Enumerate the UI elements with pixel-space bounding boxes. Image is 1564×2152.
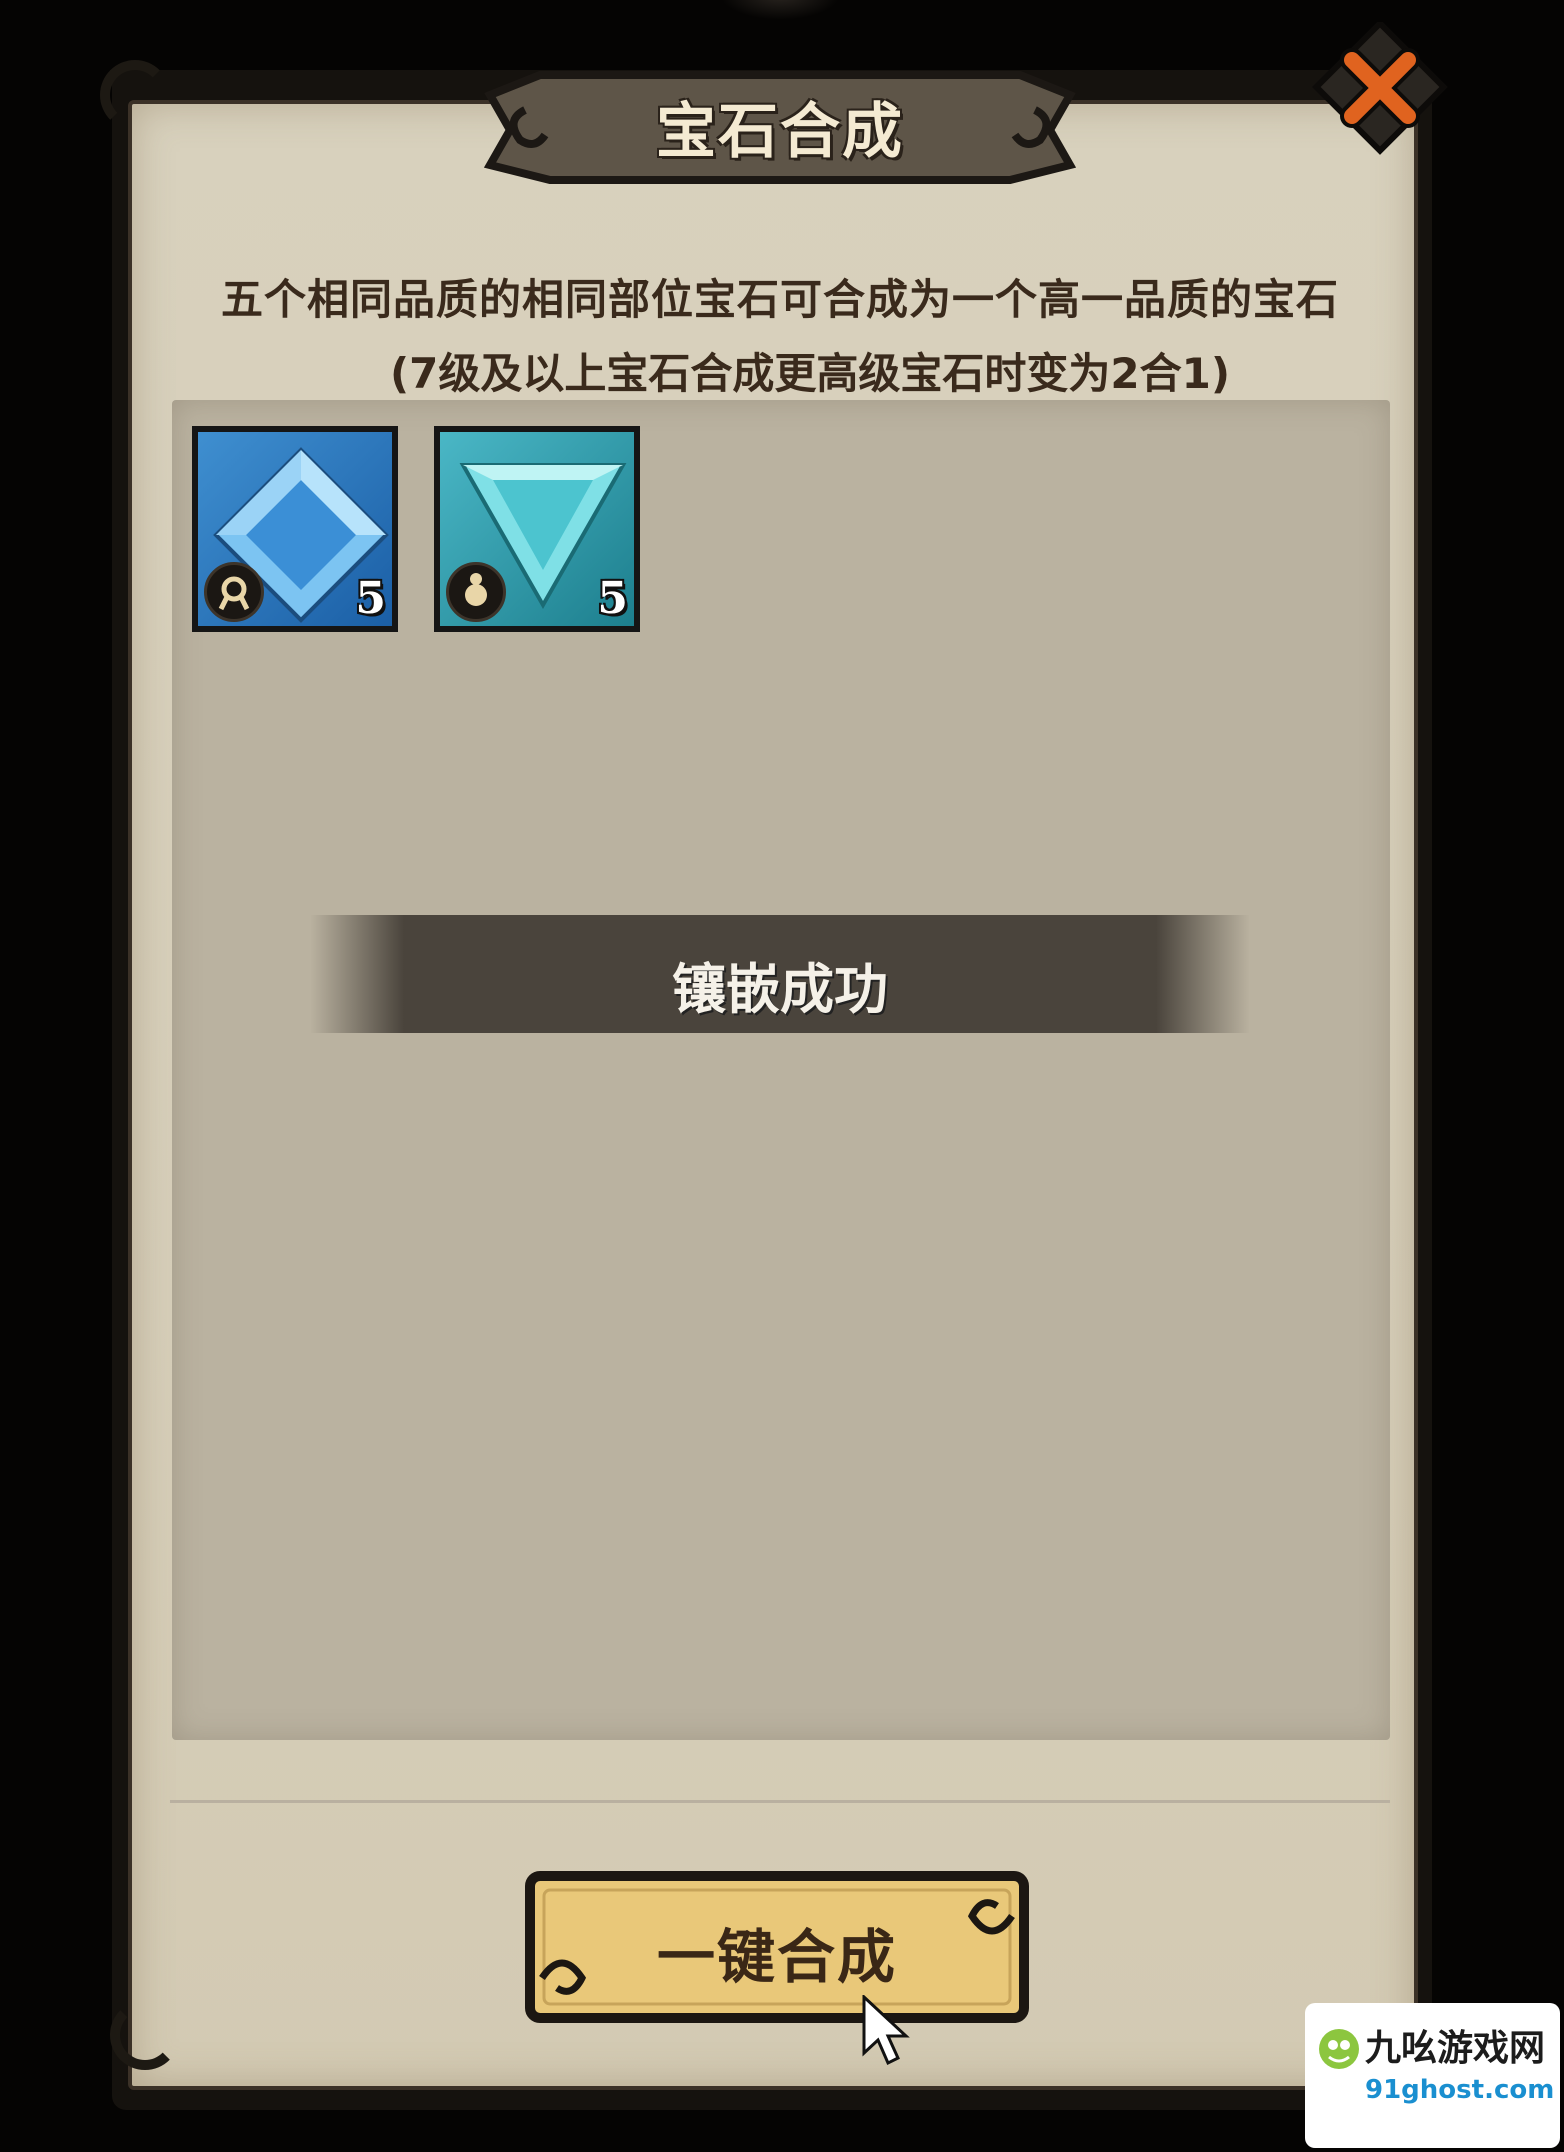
toast-message: 镶嵌成功 bbox=[672, 958, 888, 1021]
close-icon bbox=[1312, 19, 1448, 155]
gem-count: 5 bbox=[597, 573, 628, 624]
synthesize-all-label: 一键合成 bbox=[656, 1923, 897, 1991]
title-banner: 宝石合成 bbox=[470, 55, 1090, 185]
close-button[interactable] bbox=[1300, 19, 1450, 162]
toast-notification: 镶嵌成功 bbox=[310, 915, 1250, 1033]
watermark-title: 九吆游戏网 bbox=[1365, 2028, 1546, 2069]
amulet-icon bbox=[204, 562, 264, 622]
gem-slot[interactable]: 5 bbox=[434, 426, 640, 632]
description-text: 五个相同品质的相同部位宝石可合成为一个高一品质的宝石 bbox=[220, 275, 1339, 324]
watermark: 九吆游戏网 91ghost.com bbox=[1305, 2003, 1560, 2148]
dialog-title: 宝石合成 bbox=[656, 97, 904, 167]
corner-ornament-top-left bbox=[100, 60, 170, 130]
corner-ornament-bottom-left bbox=[110, 2000, 180, 2070]
synthesize-all-button[interactable]: 一键合成 bbox=[522, 1868, 1032, 2026]
watermark-url: 91ghost.com bbox=[1365, 2075, 1555, 2105]
game-screen: 宝石合成 五个相同品质的相同部位宝石可合成为一个高一品质的宝石 (7级及以上宝石… bbox=[0, 0, 1564, 2152]
ring-icon bbox=[446, 562, 506, 622]
gem-slot[interactable]: 5 bbox=[192, 426, 398, 632]
divider bbox=[170, 1800, 1390, 1803]
description-note: (7级及以上宝石合成更高级宝石时变为2合1) bbox=[389, 349, 1231, 398]
site-logo-icon bbox=[1319, 2029, 1359, 2069]
mouse-pointer-icon bbox=[862, 1995, 910, 2066]
background bbox=[720, 0, 840, 20]
gem-count: 5 bbox=[355, 573, 386, 624]
